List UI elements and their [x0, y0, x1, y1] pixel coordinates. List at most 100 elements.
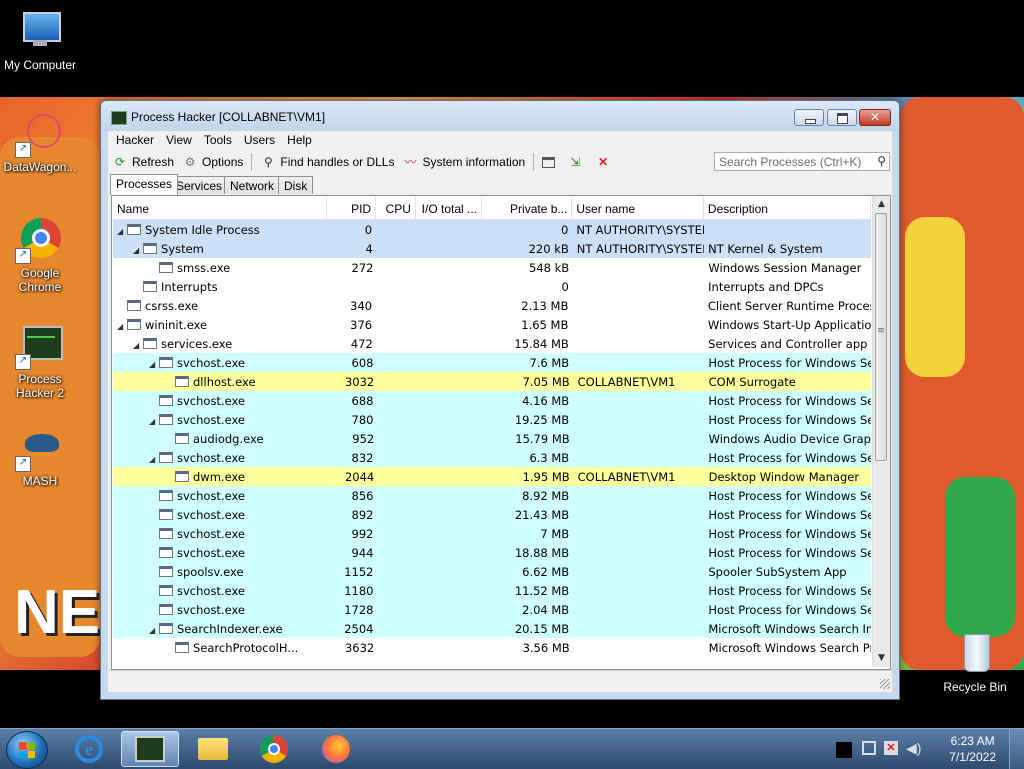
- collapse-arrow-icon[interactable]: ◢: [149, 455, 159, 464]
- find-window-button[interactable]: ⇲: [567, 154, 587, 170]
- process-description: Microsoft Windows Search In...: [708, 622, 871, 636]
- process-row[interactable]: ◢ System Idle Process 0 0 NT AUTHORITY\SYSTE…: [113, 220, 871, 239]
- desktop-icon-mash[interactable]: ↗ MASH: [0, 424, 80, 488]
- desktop-icon-process-hacker[interactable]: ↗ Process Hacker 2: [0, 322, 80, 400]
- process-name: svchost.exe: [177, 413, 246, 427]
- process-private-bytes: 7.6 MB: [529, 356, 570, 370]
- process-hacker-window[interactable]: Process Hacker [COLLABNET\VM1] ✕ Hacker …: [100, 100, 900, 700]
- desktop-icon-recycle-bin[interactable]: Recycle Bin: [935, 630, 1015, 694]
- maximize-button[interactable]: [827, 109, 857, 126]
- clock[interactable]: 6:23 AM 7/1/2022: [949, 733, 996, 765]
- process-name-cell: SearchProtocolH...: [113, 638, 329, 657]
- process-row[interactable]: ◢ svchost.exe 608 7.6 MB Host Process for Wi…: [113, 353, 871, 372]
- taskbar-internet-explorer[interactable]: e: [60, 731, 118, 767]
- title-bar[interactable]: Process Hacker [COLLABNET\VM1] ✕: [101, 101, 899, 131]
- tab-services[interactable]: Services: [170, 176, 229, 194]
- resize-grip-icon[interactable]: [880, 679, 890, 689]
- tab-network[interactable]: Network: [224, 176, 281, 194]
- process-row[interactable]: audiodg.exe 952 15.79 MB Windows Audio Devi…: [113, 429, 871, 448]
- process-pid: 3632: [344, 641, 375, 655]
- process-row[interactable]: svchost.exe 1728 2.04 MB Host Process for W…: [113, 600, 871, 619]
- process-row[interactable]: smss.exe 272 548 kB Windows Session Manager: [113, 258, 871, 277]
- refresh-label: Refresh: [132, 155, 175, 169]
- taskbar: e ✕ ◀) 6:23 AM 7/1/2022: [0, 728, 1024, 769]
- process-row[interactable]: svchost.exe 944 18.88 MB Host Process for W…: [113, 543, 871, 562]
- process-row[interactable]: ◢ services.exe 472 15.84 MB Services and Con…: [113, 334, 871, 353]
- tray-app-icon[interactable]: [836, 742, 852, 758]
- column-name[interactable]: Name: [113, 197, 327, 219]
- show-desktop-button[interactable]: [1009, 729, 1024, 769]
- menu-hacker[interactable]: Hacker: [110, 131, 160, 151]
- collapse-arrow-icon[interactable]: ◢: [149, 417, 159, 426]
- process-row[interactable]: spoolsv.exe 1152 6.62 MB Spooler SubSystem …: [113, 562, 871, 581]
- process-row[interactable]: svchost.exe 992 7 MB Host Process for Windo…: [113, 524, 871, 543]
- process-row[interactable]: Interrupts 0 Interrupts and DPCs: [113, 277, 871, 296]
- options-button[interactable]: ⚙ Options: [182, 154, 244, 170]
- collapse-arrow-icon[interactable]: ◢: [117, 227, 127, 236]
- column-private-bytes[interactable]: Private b...: [482, 197, 573, 219]
- process-row[interactable]: csrss.exe 340 2.13 MB Client Server Runtime…: [113, 296, 871, 315]
- menu-help[interactable]: Help: [281, 131, 318, 151]
- refresh-button[interactable]: ⟳ Refresh: [112, 154, 174, 170]
- process-row[interactable]: svchost.exe 1180 11.52 MB Host Process for …: [113, 581, 871, 600]
- taskbar-process-hacker[interactable]: [121, 731, 179, 767]
- volume-icon[interactable]: ◀): [906, 740, 921, 757]
- process-tree[interactable]: Name PID CPU I/O total ... Private b... …: [113, 197, 871, 667]
- close-button[interactable]: ✕: [859, 109, 891, 126]
- collapse-arrow-icon[interactable]: ◢: [149, 626, 159, 635]
- desktop-icon-my-computer[interactable]: My Computer: [0, 8, 80, 72]
- menu-view[interactable]: View: [160, 131, 198, 151]
- process-row[interactable]: ◢ wininit.exe 376 1.65 MB Windows Start-Up A…: [113, 315, 871, 334]
- collapse-arrow-icon[interactable]: ◢: [133, 341, 143, 350]
- taskbar-file-explorer[interactable]: [184, 731, 242, 767]
- column-cpu[interactable]: CPU: [376, 197, 416, 219]
- column-pid[interactable]: PID: [327, 197, 377, 219]
- process-row[interactable]: dllhost.exe 3032 7.05 MB COLLABNET\VM1 COM S…: [113, 372, 871, 391]
- mash-icon: ↗: [15, 424, 63, 472]
- column-description[interactable]: Description: [704, 197, 871, 219]
- collapse-arrow-icon[interactable]: ◢: [149, 360, 159, 369]
- scrollbar-thumb[interactable]: [875, 213, 887, 461]
- process-private-bytes: 19.25 MB: [514, 413, 570, 427]
- tab-processes[interactable]: Processes: [110, 174, 179, 195]
- network-icon[interactable]: [862, 741, 876, 755]
- process-row[interactable]: ◢ svchost.exe 832 6.3 MB Host Process for Wi…: [113, 448, 871, 467]
- process-row[interactable]: ◢ SearchIndexer.exe 2504 20.15 MB Microsoft …: [113, 619, 871, 638]
- process-row[interactable]: svchost.exe 856 8.92 MB Host Process for Wi…: [113, 486, 871, 505]
- window-button[interactable]: [542, 156, 559, 168]
- search-processes-input[interactable]: Search Processes (Ctrl+K) ⚲: [714, 152, 890, 171]
- close-icon: ✕: [869, 110, 881, 124]
- desktop-icon-google-chrome[interactable]: ↗ Google Chrome: [0, 216, 80, 294]
- scroll-down-icon[interactable]: ▼: [873, 650, 890, 667]
- column-io-total[interactable]: I/O total ...: [416, 197, 483, 219]
- find-handles-button[interactable]: ⚲ Find handles or DLLs: [260, 154, 394, 170]
- process-icon: [159, 395, 173, 406]
- menu-users[interactable]: Users: [238, 131, 281, 151]
- process-row[interactable]: svchost.exe 688 4.16 MB Host Process for Wi…: [113, 391, 871, 410]
- terminate-button[interactable]: ✕: [595, 154, 615, 170]
- column-user-name[interactable]: User name: [572, 197, 704, 219]
- desktop-icon-datawagon[interactable]: ↗ DataWagon...: [0, 110, 80, 174]
- process-row[interactable]: ◢ svchost.exe 780 19.25 MB Host Process for …: [113, 410, 871, 429]
- start-button[interactable]: [6, 731, 48, 769]
- process-row[interactable]: SearchProtocolH... 3632 3.56 MB Microsoft W…: [113, 638, 871, 657]
- process-row[interactable]: dwm.exe 2044 1.95 MB COLLABNET\VM1 Desktop W…: [113, 467, 871, 486]
- taskbar-chrome[interactable]: [245, 731, 303, 767]
- tab-disk[interactable]: Disk: [278, 176, 314, 194]
- system-information-button[interactable]: 〰 System information: [402, 154, 525, 170]
- scroll-up-icon[interactable]: ▲: [873, 196, 890, 213]
- taskbar-firefox[interactable]: [307, 731, 365, 767]
- process-user-name: COLLABNET\VM1: [577, 375, 676, 389]
- vertical-scrollbar[interactable]: ▲ ▼: [872, 196, 890, 667]
- column-header-row: Name PID CPU I/O total ... Private b... …: [113, 197, 871, 220]
- action-center-icon[interactable]: ✕: [884, 741, 898, 755]
- find-handles-label: Find handles or DLLs: [280, 155, 395, 169]
- minimize-button[interactable]: [794, 109, 824, 126]
- process-row[interactable]: svchost.exe 892 21.43 MB Host Process for W…: [113, 505, 871, 524]
- process-row[interactable]: ◢ System 4 220 kB NT AUTHORITY\SYSTEM NT Kern…: [113, 239, 871, 258]
- collapse-arrow-icon[interactable]: ◢: [133, 246, 143, 255]
- collapse-arrow-icon[interactable]: ◢: [117, 322, 127, 331]
- process-cpu: [377, 277, 417, 296]
- process-icon: [175, 433, 189, 444]
- menu-tools[interactable]: Tools: [198, 131, 238, 151]
